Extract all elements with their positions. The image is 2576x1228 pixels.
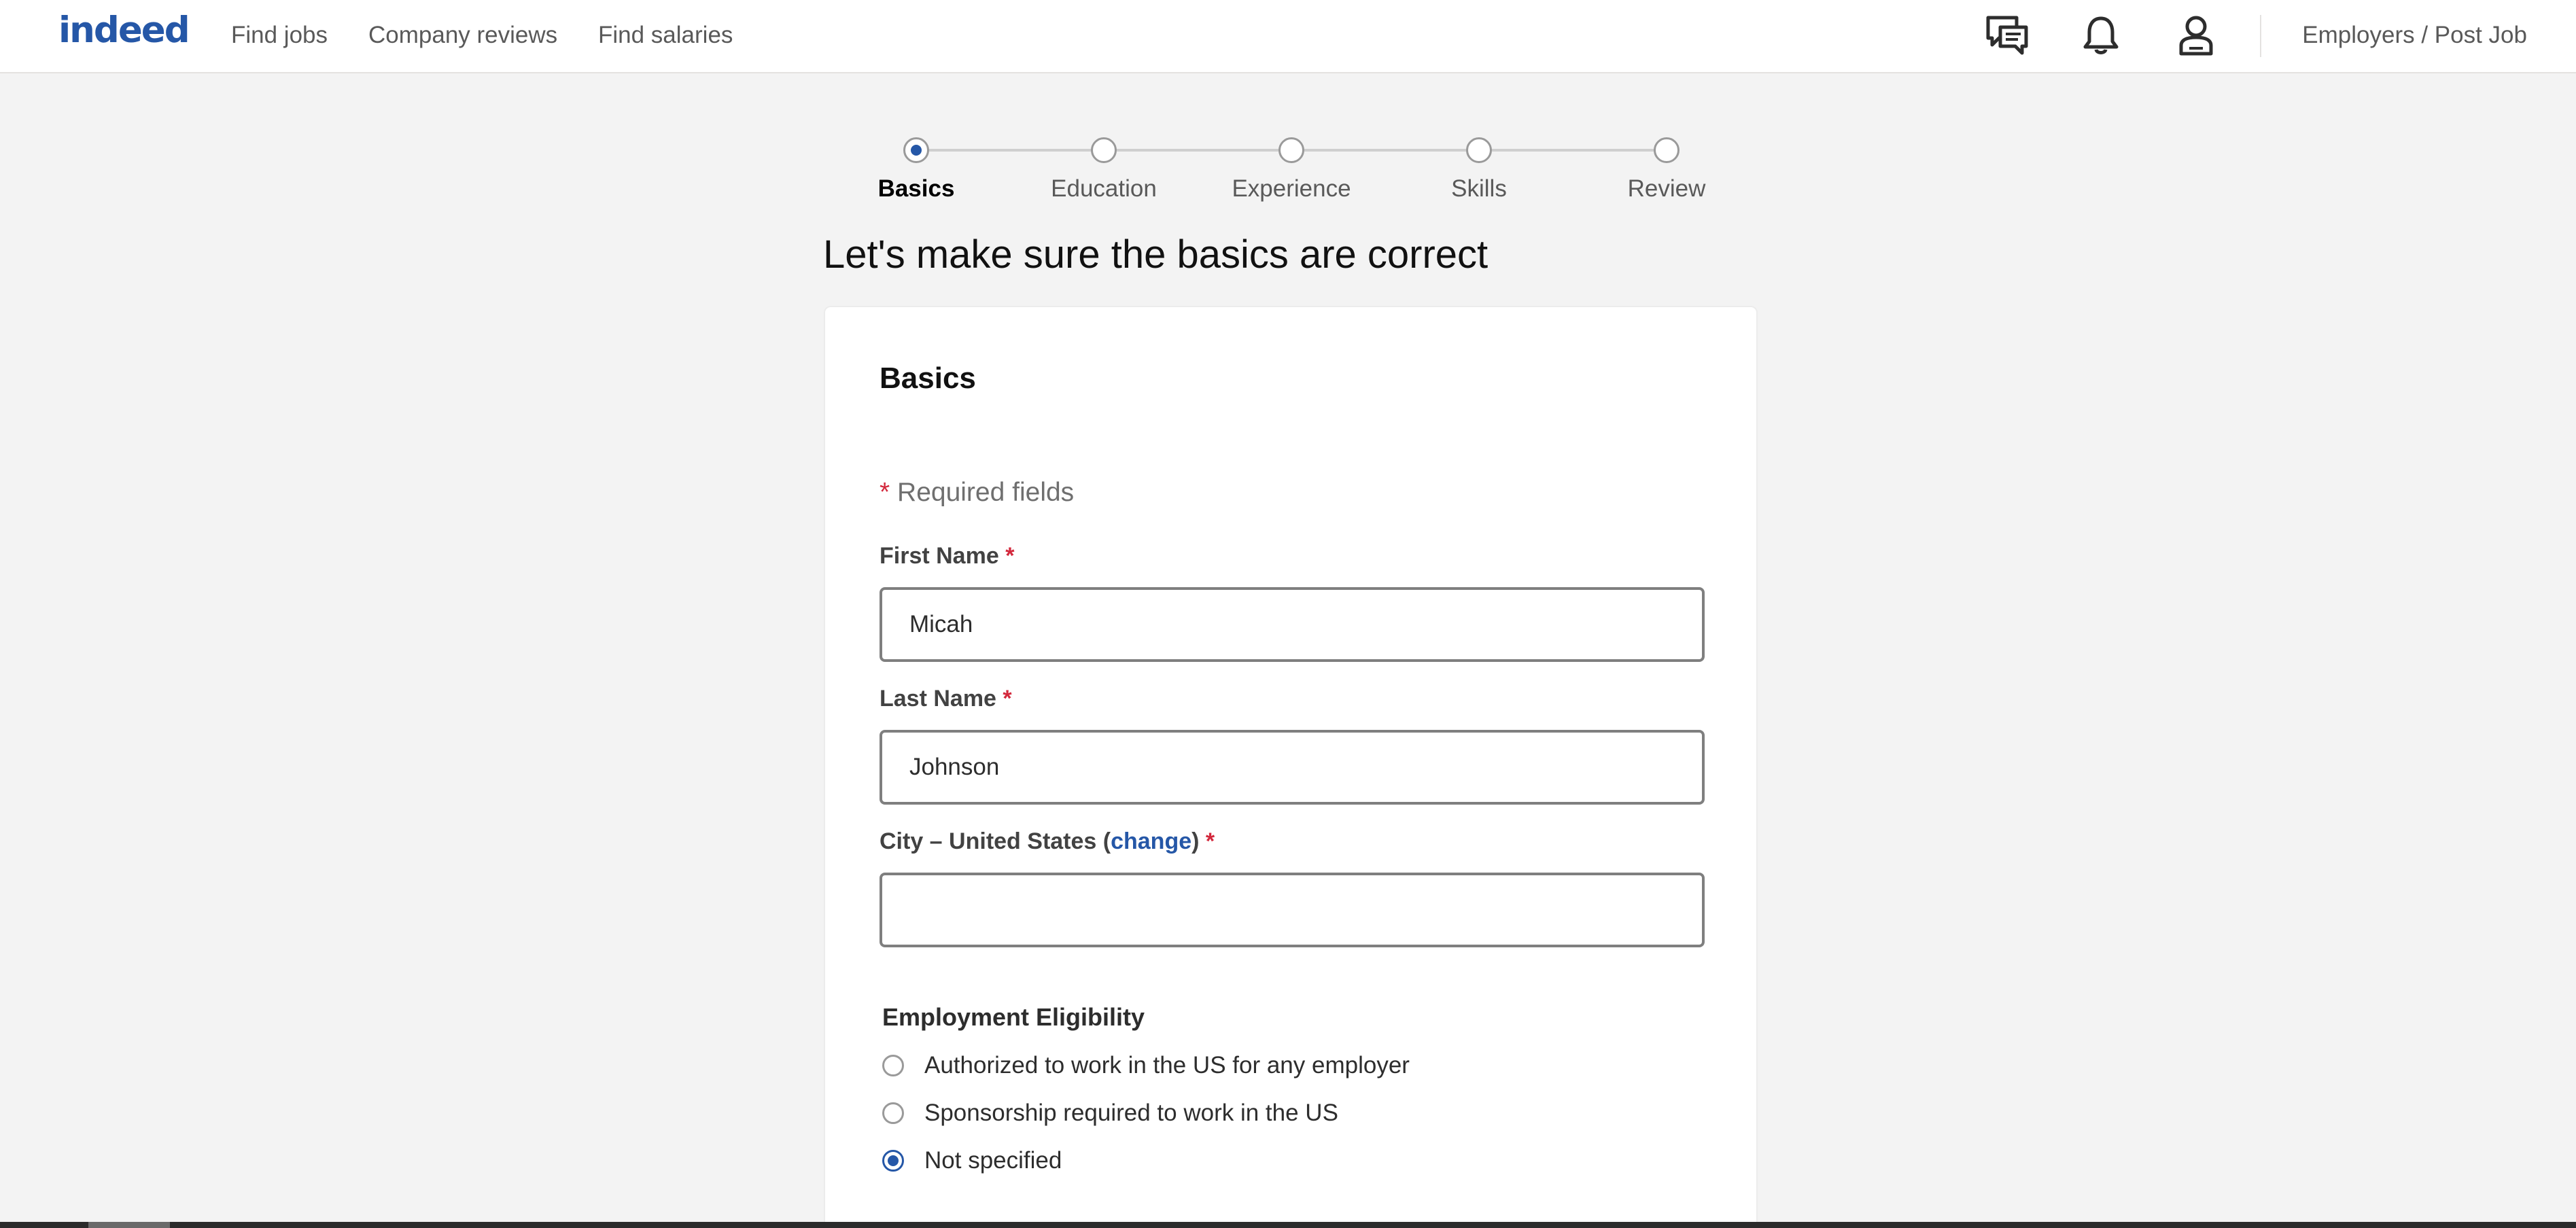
step-indicator (1091, 137, 1117, 163)
step-label: Review (1627, 175, 1706, 202)
last-name-label-text: Last Name (880, 686, 996, 712)
city-field[interactable] (880, 873, 1705, 947)
step-education[interactable]: Education (1010, 133, 1198, 203)
scrollbar-thumb[interactable] (88, 1222, 170, 1228)
step-indicator (1466, 137, 1492, 163)
last-name-field[interactable] (880, 730, 1705, 805)
step-indicator-active (903, 137, 929, 163)
city-label-text: City – (880, 828, 943, 854)
step-label: Experience (1232, 175, 1351, 202)
employers-post-job-link[interactable]: Employers / Post Job (2302, 22, 2527, 49)
page-title: Let's make sure the basics are correct (823, 232, 1489, 277)
city-label: City – United States (change) * (880, 828, 1215, 854)
radio-label: Authorized to work in the US for any emp… (924, 1052, 1410, 1078)
notifications-bell-icon[interactable] (2076, 11, 2125, 60)
eligibility-option-sponsorship[interactable]: Sponsorship required to work in the US (882, 1098, 1338, 1128)
radio-button[interactable] (882, 1055, 904, 1076)
required-fields-note: * Required fields (880, 477, 1074, 508)
required-asterisk: * (880, 478, 890, 507)
step-experience[interactable]: Experience (1198, 133, 1385, 203)
required-asterisk: * (1003, 686, 1012, 712)
profile-icon[interactable] (2172, 11, 2221, 60)
employment-eligibility-label: Employment Eligibility (882, 1003, 1145, 1031)
step-indicator (1654, 137, 1679, 163)
eligibility-option-not-specified[interactable]: Not specified (882, 1146, 1062, 1176)
step-skills[interactable]: Skills (1385, 133, 1573, 203)
first-name-field[interactable] (880, 587, 1705, 662)
logo-text: indeed (58, 10, 190, 51)
required-asterisk: * (1205, 828, 1215, 854)
progress-stepper: Basics Education Experience Skills Revie… (870, 133, 1818, 208)
card-title: Basics (880, 362, 976, 395)
radio-label: Sponsorship required to work in the US (924, 1100, 1338, 1126)
taskbar-edge (0, 1222, 2576, 1228)
step-basics[interactable]: Basics (822, 133, 1010, 203)
required-asterisk: * (1005, 543, 1015, 569)
eligibility-option-authorized[interactable]: Authorized to work in the US for any emp… (882, 1051, 1410, 1081)
last-name-label: Last Name * (880, 685, 1012, 712)
step-label: Basics (877, 175, 955, 202)
step-label: Skills (1451, 175, 1507, 202)
first-name-label-text: First Name (880, 543, 999, 569)
step-label: Education (1051, 175, 1157, 202)
first-name-label: First Name * (880, 542, 1014, 569)
required-note-text: Required fields (897, 478, 1075, 507)
nav-company-reviews[interactable]: Company reviews (368, 22, 557, 49)
nav-find-jobs[interactable]: Find jobs (231, 22, 328, 49)
radio-button[interactable] (882, 1102, 904, 1124)
step-indicator (1278, 137, 1304, 163)
radio-button-selected[interactable] (882, 1150, 904, 1172)
change-country-link[interactable]: change (1111, 828, 1191, 854)
nav-find-salaries[interactable]: Find salaries (598, 22, 733, 49)
radio-label: Not specified (924, 1147, 1062, 1174)
basics-form-card: Basics * Required fields First Name * La… (824, 306, 1758, 1228)
step-review[interactable]: Review (1573, 133, 1760, 203)
messages-icon[interactable] (1983, 11, 2032, 60)
city-country: United States (949, 828, 1097, 854)
indeed-logo[interactable]: indeed (58, 7, 190, 54)
header-divider (2260, 15, 2261, 57)
top-header: indeed Find jobs Company reviews Find sa… (0, 0, 2576, 73)
